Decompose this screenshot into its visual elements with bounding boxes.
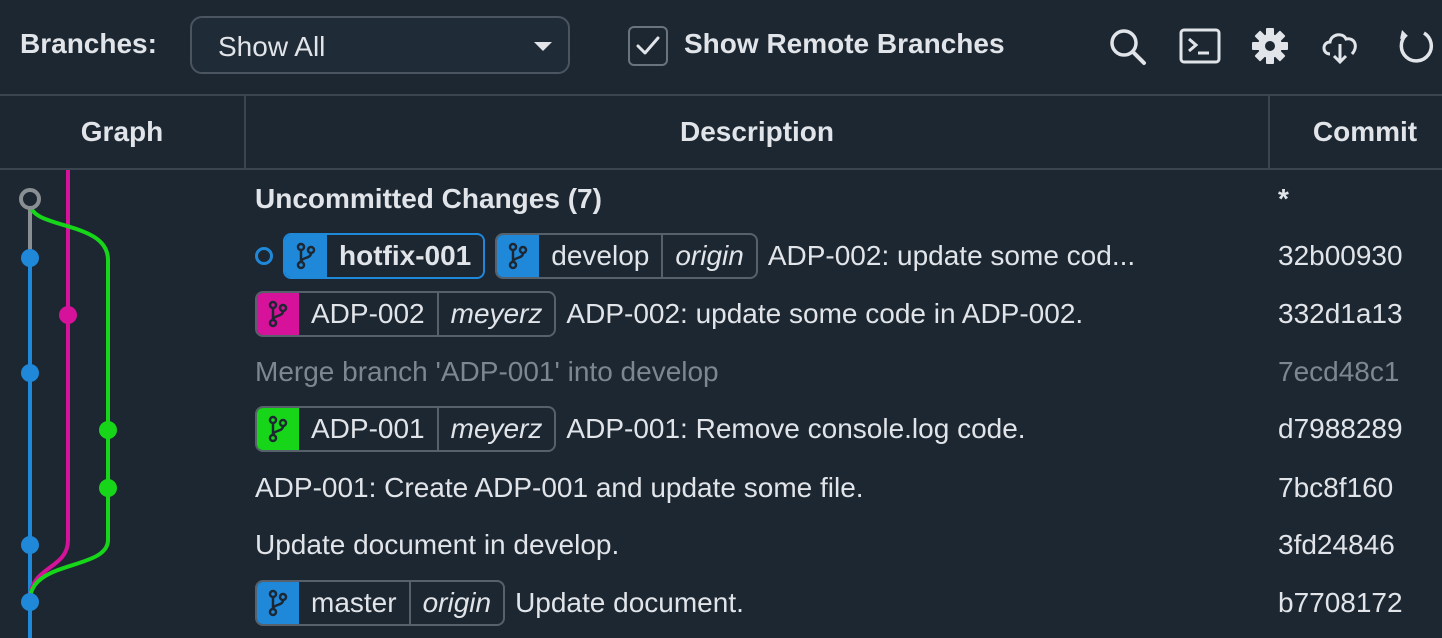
remote-name: origin [408,581,503,624]
commit-column-header[interactable]: Commit [1270,96,1442,168]
branch-name: hotfix-001 [339,239,472,271]
commit-description: Uncommitted Changes (7) [255,170,602,227]
commit-message: Uncommitted Changes (7) [255,182,602,214]
cloud-download-icon[interactable] [1318,24,1362,68]
checkmark-icon [636,36,660,55]
remote-name: origin [661,234,755,277]
head-indicator-icon [255,246,273,265]
branch-tag[interactable]: develop origin [495,232,758,279]
show-remote-checkbox[interactable] [628,26,668,66]
branch-tag[interactable]: master origin [255,579,506,626]
refresh-icon[interactable] [1394,24,1438,68]
commit-hash: d7988289 [1278,413,1403,444]
show-remote-label[interactable]: Show Remote Branches [684,28,1005,60]
commit-hash: 7ecd48c1 [1278,356,1400,387]
branch-icon [257,292,299,335]
commit-message: ADP-002: update some code in ADP-002. [566,297,1084,329]
commit-row[interactable]: ADP-001 meyerz ADP-001: Remove console.log… [0,400,1442,457]
branch-icon [257,407,299,450]
commit-row[interactable]: Merge branch 'ADP-001' into develop 7ecd4… [0,343,1442,400]
branch-name: master [311,586,397,618]
description-column-header[interactable]: Description [246,96,1268,168]
commit-row[interactable]: ADP-001: Create ADP-001 and update some … [0,459,1442,516]
branch-filter-dropdown[interactable]: Show All [190,16,570,74]
branch-filter-value: Show All [218,31,326,62]
column-header: Graph Description Commit [0,96,1442,168]
commit-message: ADP-002: update some cod... [767,239,1136,271]
branch-name: ADP-002 [311,297,425,329]
commit-message: ADP-001: Remove console.log code. [566,412,1026,444]
commit-message: Update document in develop. [255,528,620,560]
commit-hash: 32b00930 [1278,240,1403,271]
branch-icon [257,581,299,624]
branch-name: develop [551,239,650,271]
graph-column-header[interactable]: Graph [0,96,244,168]
remote-name: meyerz [436,292,555,335]
commit-description: Update document in develop. [255,516,619,573]
branch-tag[interactable]: hotfix-001 [283,232,486,279]
commit-row[interactable]: ADP-002 meyerz ADP-002: update some code i… [0,285,1442,342]
search-icon[interactable] [1106,24,1150,68]
remote-name: meyerz [436,407,555,450]
branch-name: ADP-001 [311,412,425,444]
commit-hash: 3fd24846 [1278,529,1395,560]
chevron-down-icon [534,42,552,51]
commit-description: ADP-002 meyerz ADP-002: update some code i… [255,285,1083,342]
commit-description: master origin Update document. [255,574,744,631]
column-divider[interactable] [1268,96,1270,168]
commit-row[interactable]: Update document in develop. 3fd24846 [0,516,1442,573]
toolbar: Branches: Show All Show Remote Branches [0,0,1442,94]
branch-icon [497,234,540,277]
commit-row[interactable]: master origin Update document. b7708172 [0,574,1442,631]
commit-description: Merge branch 'ADP-001' into develop [255,343,719,400]
gear-icon[interactable] [1248,24,1292,68]
commit-hash: 7bc8f160 [1278,472,1394,503]
commit-row[interactable]: hotfix-001 develop origin ADP-002: update s… [0,227,1442,284]
commit-description: hotfix-001 develop origin ADP-002: update s… [255,227,1135,284]
commit-description: ADP-001: Create ADP-001 and update some … [255,459,864,516]
commit-description: ADP-001 meyerz ADP-001: Remove console.log… [255,400,1026,457]
branch-icon [285,234,327,277]
commit-message: ADP-001: Create ADP-001 and update some … [255,471,864,503]
commit-message: Merge branch 'ADP-001' into develop [255,355,719,387]
commit-message: Update document. [515,586,744,618]
column-divider[interactable] [244,96,246,168]
commit-hash: b7708172 [1278,587,1403,618]
branch-tag[interactable]: ADP-002 meyerz [255,290,557,337]
commit-row[interactable]: Uncommitted Changes (7) * [0,170,1442,227]
branches-label: Branches: [20,28,157,59]
commit-hash: 332d1a13 [1278,298,1403,329]
commit-hash: * [1278,183,1289,214]
terminal-icon[interactable] [1178,24,1222,68]
branch-tag[interactable]: ADP-001 meyerz [255,405,557,452]
